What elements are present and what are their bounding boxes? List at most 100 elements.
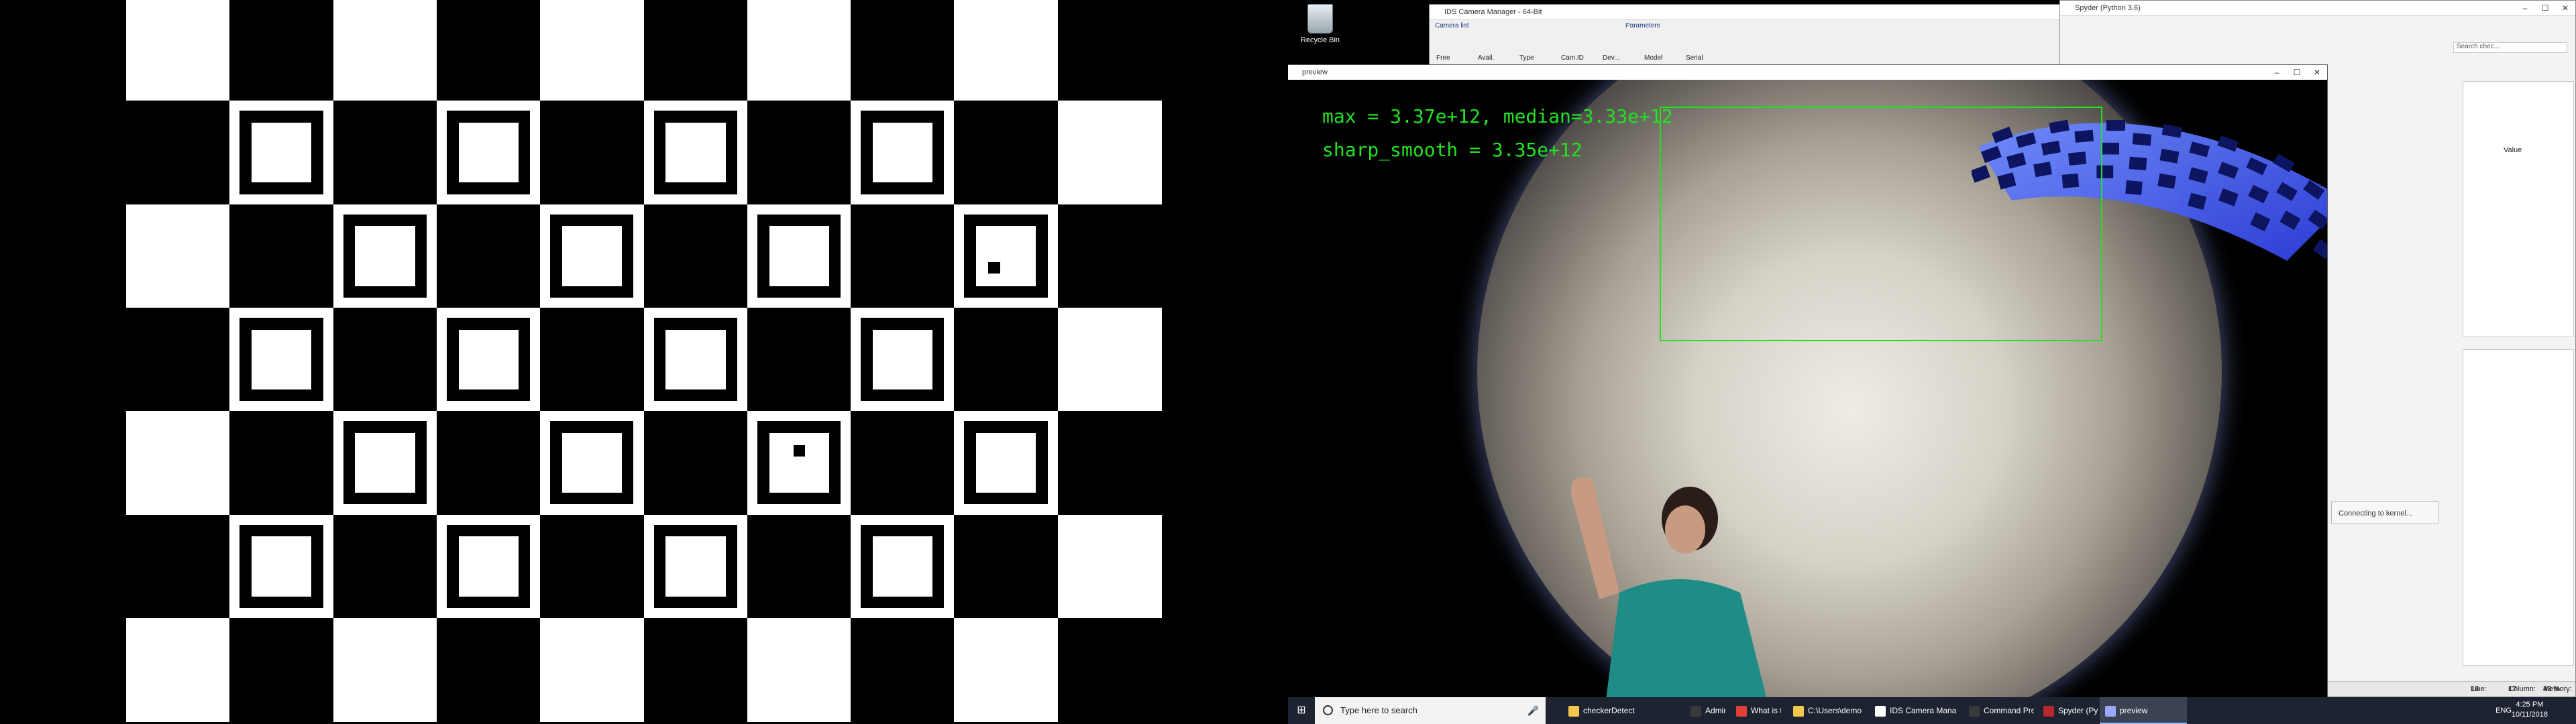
ids-column-header[interactable]: Dev... (1603, 54, 1619, 62)
app-icon (1875, 705, 1886, 717)
board-square (126, 307, 231, 412)
warped-checker-cell (2125, 180, 2143, 195)
ids-column-header[interactable]: Serial (1686, 54, 1703, 62)
taskbar-app[interactable]: Command Prompt (1964, 697, 2034, 724)
maximize-icon[interactable]: ☐ (2535, 1, 2555, 15)
taskbar-app[interactable]: Spyder (Python 3.6) (2038, 697, 2098, 724)
ids-column-header[interactable]: Cam.ID (1561, 54, 1584, 62)
board-square (1057, 307, 1162, 412)
ids-column-header[interactable]: Model (1644, 54, 1662, 62)
app-icon (1969, 705, 1980, 717)
board-square (126, 617, 231, 723)
warped-checker-cell (2312, 239, 2327, 259)
spyder-window-title: Spyder (Python 3.6) (2075, 4, 2141, 12)
board-square (229, 411, 334, 516)
board-square (333, 617, 437, 723)
board-square (1057, 514, 1162, 619)
start-button[interactable]: ⊞ (1288, 697, 1315, 724)
microphone-icon[interactable]: 🎤 (1527, 697, 1539, 724)
ids-column-header[interactable]: Type (1519, 54, 1534, 62)
app-icon (1690, 705, 1701, 717)
taskbar-app[interactable]: Administrator: An... (1685, 697, 1725, 724)
connecting-tooltip: Connecting to kernel... (2331, 501, 2438, 524)
left-monitor (0, 0, 1288, 724)
ids-title-bar[interactable]: IDS Camera Manager - 64-Bit – ☐ ✕ (1430, 5, 2156, 20)
ids-window-title: IDS Camera Manager - 64-Bit (1444, 8, 1542, 16)
minimize-icon[interactable]: – (2515, 1, 2535, 15)
ids-column-header[interactable]: Free (1436, 54, 1450, 62)
board-square (851, 411, 955, 516)
board-square (643, 204, 748, 308)
preview-window[interactable]: preview – ☐ ✕ max = 3.37e+12, median=3.3… (1288, 64, 2328, 700)
board-square (954, 617, 1059, 723)
tray-lang[interactable]: ENG (2496, 697, 2512, 724)
preview-window-title: preview (1302, 68, 1328, 76)
ids-camera-manager-window[interactable]: IDS Camera Manager - 64-Bit – ☐ ✕ Camera… (1429, 4, 2157, 68)
app-icon (2043, 705, 2054, 717)
taskbar: ⊞ Type here to search 🎤 checkerDetect Adm… (1288, 697, 2576, 724)
taskbar-clock[interactable]: 4:25 PM 10/11/2018 (2512, 700, 2548, 720)
recycle-bin-icon (1307, 4, 1333, 34)
taskbar-app-label: preview (2120, 706, 2148, 715)
maximize-icon[interactable]: ☐ (2287, 65, 2307, 80)
overlay-line-2: sharp_smooth = 3.35e+12 (1322, 139, 1582, 161)
board-square (540, 101, 645, 205)
warped-checker-cell (2129, 156, 2147, 171)
taskbar-app[interactable]: IDS Camera Mana... (1870, 697, 1957, 724)
aruco-marker (861, 317, 945, 402)
taskbar-search[interactable]: Type here to search 🎤 (1315, 697, 1546, 724)
recycle-bin-shortcut[interactable]: Recycle Bin (1293, 4, 1347, 44)
camera-preview: max = 3.37e+12, median=3.33e+12 sharp_smo… (1288, 80, 2327, 699)
aruco-marker (446, 317, 531, 402)
taskbar-app-label: Administrator: An... (1705, 706, 1725, 715)
spyder-search-input[interactable]: Search chec... (2453, 42, 2567, 53)
board-square (436, 0, 541, 102)
warped-checker-cell (2132, 133, 2152, 146)
board-square (1057, 204, 1162, 308)
board-square (1057, 0, 1162, 102)
board-square (540, 0, 645, 102)
board-square (954, 101, 1059, 205)
board-square (229, 204, 334, 308)
board-square (747, 307, 852, 412)
board-square (540, 307, 645, 412)
aruco-marker (757, 421, 841, 505)
preview-title-bar[interactable]: preview – ☐ ✕ (1288, 65, 2327, 80)
close-icon[interactable]: ✕ (2555, 1, 2575, 15)
variable-explorer[interactable]: Value (2463, 81, 2574, 337)
board-square (1057, 411, 1162, 516)
windows-icon: ⊞ (1297, 705, 1306, 716)
aruco-marker (653, 111, 737, 194)
board-square (747, 617, 852, 723)
app-icon (1736, 705, 1747, 717)
board-square (333, 0, 437, 102)
spyder-title-bar[interactable]: Spyder (Python 3.6) – ☐ ✕ (2060, 1, 2575, 16)
ids-column-header[interactable]: Avail. (1478, 54, 1494, 62)
charuco-board (126, 0, 1162, 724)
ipython-console[interactable] (2463, 349, 2574, 666)
board-square (643, 0, 748, 102)
board-square (436, 411, 541, 516)
board-square (747, 514, 852, 619)
board-square (643, 617, 748, 723)
board-square (954, 307, 1059, 412)
board-square (643, 411, 748, 516)
taskbar-app[interactable]: checkerDetect (1563, 697, 1637, 724)
taskbar-search-placeholder: Type here to search (1340, 705, 1417, 715)
taskbar-app[interactable]: C:\Users\demoPC... (1788, 697, 1862, 724)
taskbar-app[interactable]: What is the defaul... (1731, 697, 1781, 724)
taskbar-app[interactable]: preview (2100, 697, 2187, 724)
board-square (126, 0, 231, 102)
aruco-marker (653, 524, 737, 608)
taskbar-app-label: Spyder (Python 3.6) (2058, 706, 2098, 715)
board-square (954, 514, 1059, 619)
aruco-marker (653, 317, 737, 402)
minimize-icon[interactable]: – (2267, 65, 2287, 80)
taskbar-app-label: C:\Users\demoPC... (1808, 706, 1862, 715)
board-square (1057, 617, 1162, 723)
aruco-marker (239, 524, 323, 608)
person-figure (1571, 477, 1767, 699)
close-icon[interactable]: ✕ (2307, 65, 2327, 80)
sharpness-overlay: max = 3.37e+12, median=3.33e+12 sharp_smo… (1322, 100, 1673, 167)
board-square (540, 617, 645, 723)
